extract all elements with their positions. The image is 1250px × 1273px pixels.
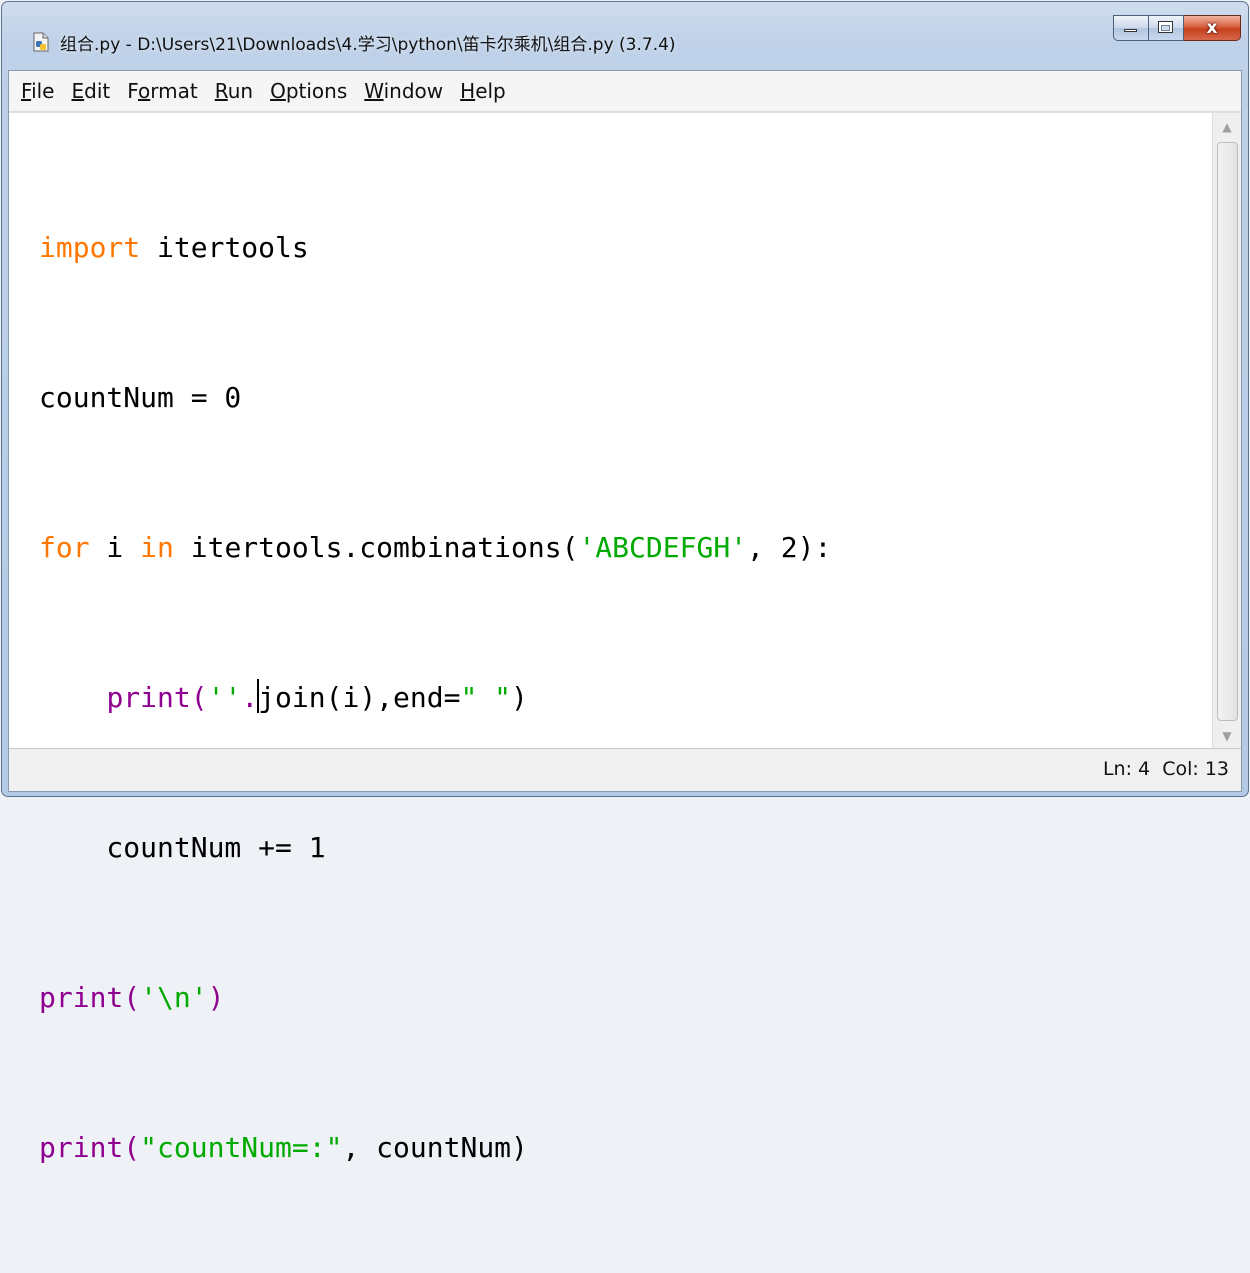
code-line-5[interactable]: countNum += 1 xyxy=(39,823,831,873)
python-file-icon xyxy=(31,32,51,52)
keyword-in: in xyxy=(140,531,174,564)
cursor-position: Ln: 4 Col: 13 xyxy=(1103,758,1229,780)
keyword-import: import xyxy=(39,231,141,264)
minimize-button[interactable] xyxy=(1113,15,1148,41)
column-number: Col: 13 xyxy=(1162,758,1229,780)
menu-format[interactable]: Format xyxy=(127,79,198,103)
builtin-print: print xyxy=(39,1131,124,1164)
idle-window: 组合.py - D:\Users\21\Downloads\4.学习\pytho… xyxy=(1,1,1249,1164)
code-line-7[interactable]: print("countNum=:", countNum) xyxy=(39,1123,831,1173)
string-literal: "countNum=:" xyxy=(140,1131,343,1164)
code-text[interactable]: import itertools countNum = 0 for i in i… xyxy=(39,123,831,1273)
menu-help[interactable]: Help xyxy=(460,79,506,103)
vertical-scrollbar[interactable]: ▲ ▼ xyxy=(1212,113,1241,750)
string-literal: '' xyxy=(207,681,242,714)
window-controls: x xyxy=(1113,15,1241,41)
code-line-2[interactable]: countNum = 0 xyxy=(39,373,831,423)
menu-run[interactable]: Run xyxy=(215,79,253,103)
status-bar: Ln: 4 Col: 13 xyxy=(9,748,1241,791)
menu-edit[interactable]: Edit xyxy=(71,79,110,103)
window-client-area: File Edit Format Run Options Window Help… xyxy=(8,70,1242,1164)
scroll-down-arrow-icon[interactable]: ▼ xyxy=(1213,722,1241,750)
string-literal: 'ABCDEFGH' xyxy=(578,531,748,564)
maximize-icon xyxy=(1158,21,1173,33)
string-literal: '\n' xyxy=(140,981,208,1014)
code-line-4[interactable]: print(''.join(i),end=" ") xyxy=(39,673,831,723)
code-line-3[interactable]: for i in itertools.combinations('ABCDEFG… xyxy=(39,523,831,573)
builtin-print: print xyxy=(39,981,124,1014)
builtin-print: print xyxy=(106,681,191,714)
title-bar[interactable]: 组合.py - D:\Users\21\Downloads\4.学习\pytho… xyxy=(2,2,1248,70)
code-line-6[interactable]: print('\n') xyxy=(39,973,831,1023)
close-icon: x xyxy=(1206,18,1218,38)
menu-file[interactable]: File xyxy=(21,79,54,103)
string-literal: " " xyxy=(460,681,512,714)
keyword-for: for xyxy=(39,531,90,564)
code-editor[interactable]: import itertools countNum = 0 for i in i… xyxy=(9,112,1241,1164)
line-number: Ln: 4 xyxy=(1102,758,1151,780)
code-line-1[interactable]: import itertools xyxy=(39,223,831,273)
minimize-icon xyxy=(1124,29,1137,32)
menu-window[interactable]: Window xyxy=(364,79,443,103)
menu-options[interactable]: Options xyxy=(270,79,347,103)
scrollbar-thumb[interactable] xyxy=(1217,142,1238,721)
scroll-up-arrow-icon[interactable]: ▲ xyxy=(1213,113,1241,141)
maximize-button[interactable] xyxy=(1148,15,1184,41)
window-title: 组合.py - D:\Users\21\Downloads\4.学习\pytho… xyxy=(60,35,676,55)
close-button[interactable]: x xyxy=(1184,15,1241,41)
menu-bar: File Edit Format Run Options Window Help xyxy=(9,71,1241,112)
